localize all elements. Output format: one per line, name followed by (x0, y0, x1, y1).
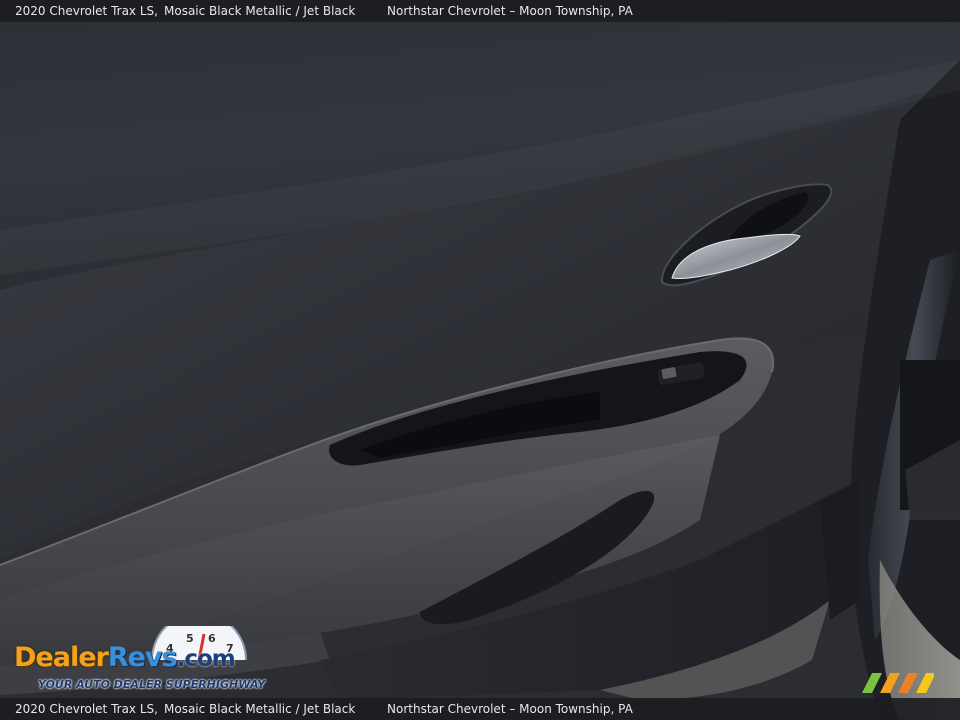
logo-word-revs: Revs (107, 642, 178, 673)
brand-stripe (916, 673, 934, 693)
caption-dealer-bottom: Northstar Chevrolet – Moon Township, PA (387, 702, 633, 716)
logo-wordmark: DealerRevs.com (14, 642, 236, 673)
logo-word-dealer: Dealer (14, 642, 109, 673)
caption-bar-top: 2020 Chevrolet Trax LS, Mosaic Black Met… (0, 0, 960, 22)
caption-bar-bottom: 2020 Chevrolet Trax LS, Mosaic Black Met… (0, 698, 960, 720)
logo-tagline: YOUR AUTO DEALER SUPERHIGHWAY (38, 678, 266, 691)
logo-word-com: .com (176, 646, 236, 672)
caption-color: Mosaic Black Metallic / Jet Black (164, 4, 356, 18)
caption-color-bottom: Mosaic Black Metallic / Jet Black (164, 702, 356, 716)
brand-stripe (880, 673, 900, 693)
brand-stripes-icon (862, 673, 934, 693)
brand-stripe (862, 673, 882, 693)
door-panel-photo (0, 0, 960, 720)
caption-vehicle: 2020 Chevrolet Trax LS, (15, 4, 158, 18)
brand-stripe (898, 673, 918, 693)
photo-viewer: 2020 Chevrolet Trax LS, Mosaic Black Met… (0, 0, 960, 720)
dealerrevs-logo: 4 5 6 7 DealerRevs.com YOUR AUTO DEALER … (12, 626, 266, 694)
caption-dealer: Northstar Chevrolet – Moon Township, PA (387, 4, 633, 18)
caption-vehicle-bottom: 2020 Chevrolet Trax LS, (15, 702, 158, 716)
